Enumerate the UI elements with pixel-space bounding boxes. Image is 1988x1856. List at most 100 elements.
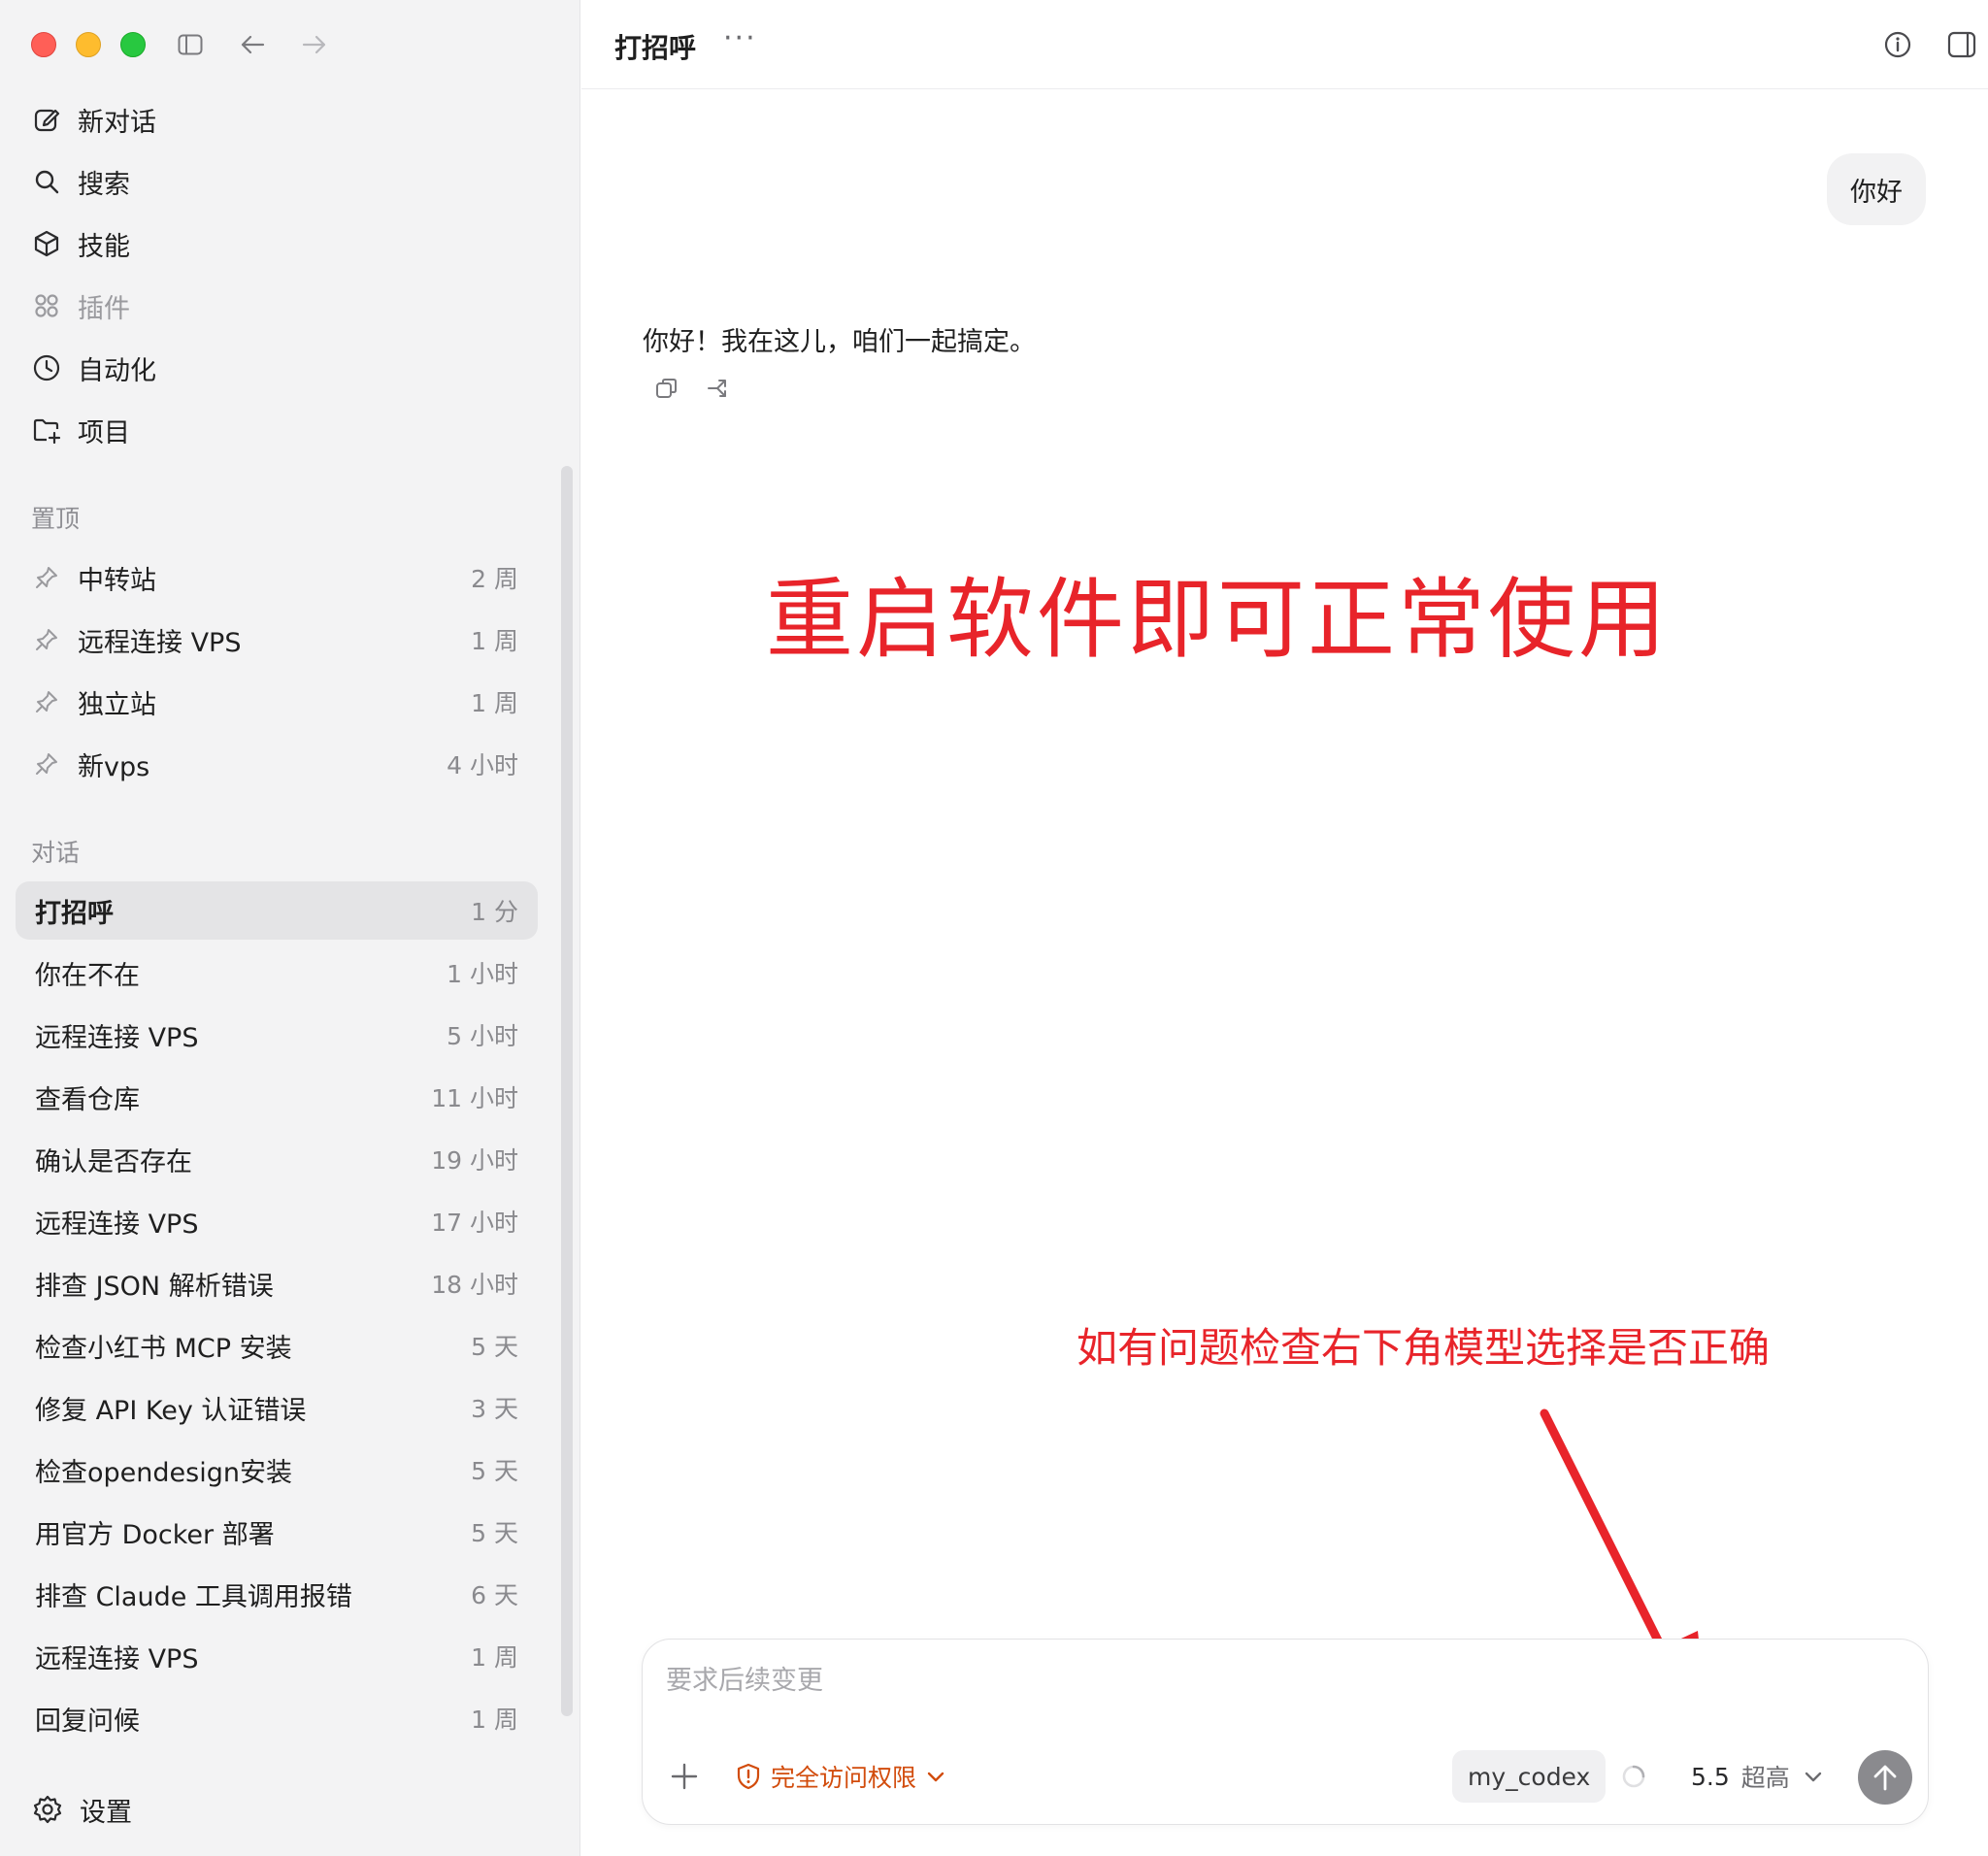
model-selector[interactable]: 5.5 超高 bbox=[1691, 1758, 1823, 1795]
access-permission-dropdown[interactable]: 完全访问权限 bbox=[736, 1758, 945, 1795]
model-version: 5.5 bbox=[1691, 1762, 1730, 1791]
nav-new-chat[interactable]: 新对话 bbox=[31, 92, 546, 147]
settings-button[interactable]: 设置 bbox=[31, 1782, 132, 1837]
pinned-item-title: 新vps bbox=[78, 751, 150, 782]
conversation-title: 回复问候 bbox=[35, 1706, 140, 1737]
conversation-item[interactable]: 远程连接 VPS 1 周 bbox=[16, 1627, 538, 1685]
add-attachment-button[interactable] bbox=[666, 1758, 703, 1795]
pin-icon bbox=[31, 624, 62, 655]
conversation-time: 18 小时 bbox=[431, 1271, 518, 1299]
minimize-window-button[interactable] bbox=[76, 32, 101, 57]
conversation-title: 修复 API Key 认证错误 bbox=[35, 1395, 307, 1426]
zoom-window-button[interactable] bbox=[120, 32, 146, 57]
conversation-item-active[interactable]: 打招呼 1 分 bbox=[16, 881, 538, 940]
conversation-time: 19 小时 bbox=[431, 1146, 518, 1175]
chevron-down-icon bbox=[1804, 1770, 1823, 1783]
conversation-item[interactable]: 修复 API Key 认证错误 3 天 bbox=[16, 1378, 538, 1437]
conversation-time: 3 天 bbox=[471, 1395, 518, 1423]
conversation-item[interactable]: 确认是否存在 19 小时 bbox=[16, 1130, 538, 1188]
chevron-down-icon bbox=[926, 1770, 945, 1783]
pin-icon bbox=[31, 748, 62, 779]
conversation-title: 查看仓库 bbox=[35, 1084, 140, 1115]
info-icon[interactable] bbox=[1880, 27, 1915, 62]
back-arrow-icon[interactable] bbox=[237, 29, 268, 60]
plugins-grid-icon bbox=[31, 290, 62, 321]
conversation-item[interactable]: 远程连接 VPS 17 小时 bbox=[16, 1192, 538, 1250]
new-chat-icon bbox=[31, 104, 62, 135]
conversation-item[interactable]: 检查opendesign安装 5 天 bbox=[16, 1441, 538, 1499]
more-options-button[interactable]: ··· bbox=[723, 21, 757, 55]
clock-icon bbox=[31, 352, 62, 383]
pin-icon bbox=[31, 562, 62, 593]
conversation-title: 远程连接 VPS bbox=[35, 1643, 199, 1674]
conversation-time: 5 天 bbox=[471, 1519, 518, 1547]
conversation-item[interactable]: 检查小红书 MCP 安装 5 天 bbox=[16, 1316, 538, 1375]
pinned-item[interactable]: 中转站 2 周 bbox=[16, 548, 538, 607]
pinned-item[interactable]: 独立站 1 周 bbox=[16, 673, 538, 731]
composer: 完全访问权限 my_codex 5.5 超高 bbox=[642, 1639, 1929, 1825]
sidebar: 新对话 搜索 技能 插件 自动化 项目 置顶 中转站 2 周 远程连接 VPS … bbox=[0, 0, 580, 1856]
shield-warning-icon bbox=[736, 1763, 761, 1790]
access-label: 完全访问权限 bbox=[771, 1764, 917, 1792]
conversation-item[interactable]: 排查 JSON 解析错误 18 小时 bbox=[16, 1254, 538, 1312]
nav-label: 项目 bbox=[78, 417, 130, 448]
pinned-section-label: 置顶 bbox=[31, 505, 81, 533]
conversation-time: 6 天 bbox=[471, 1581, 518, 1609]
nav-label: 插件 bbox=[78, 293, 130, 324]
main-panel: 打招呼 ··· 你好 你好！我在这儿，咱们一起搞定。 重启软件即可正常使用 如有… bbox=[581, 0, 1988, 1856]
pinned-item-time: 4 小时 bbox=[447, 751, 518, 779]
conversation-time: 17 小时 bbox=[431, 1209, 518, 1237]
conversation-time: 1 周 bbox=[471, 1643, 518, 1672]
conversation-title: 远程连接 VPS bbox=[35, 1209, 199, 1240]
conversation-time: 11 小时 bbox=[431, 1084, 518, 1112]
conversation-item[interactable]: 你在不在 1 小时 bbox=[16, 944, 538, 1002]
reasoning-level: 超高 bbox=[1740, 1764, 1790, 1792]
nav-label: 新对话 bbox=[78, 107, 156, 138]
toggle-panel-icon[interactable] bbox=[1944, 27, 1979, 62]
conversation-item[interactable]: 查看仓库 11 小时 bbox=[16, 1068, 538, 1126]
conversations-section-label: 对话 bbox=[31, 839, 81, 867]
conversation-time: 5 天 bbox=[471, 1457, 518, 1485]
nav-automation[interactable]: 自动化 bbox=[31, 341, 546, 395]
conversation-time: 5 小时 bbox=[447, 1022, 518, 1050]
loading-spinner-icon bbox=[1622, 1765, 1645, 1788]
conversation-item[interactable]: 远程连接 VPS 5 小时 bbox=[16, 1006, 538, 1064]
conversation-title: 你在不在 bbox=[35, 960, 140, 991]
branch-fork-icon[interactable] bbox=[704, 373, 735, 404]
arrow-up-icon bbox=[1873, 1765, 1897, 1791]
send-button[interactable] bbox=[1858, 1750, 1912, 1805]
assistant-message: 你好！我在这儿，咱们一起搞定。 bbox=[643, 327, 1036, 357]
conversation-title: 检查opendesign安装 bbox=[35, 1457, 292, 1488]
annotation-restart-text: 重启软件即可正常使用 bbox=[766, 569, 1669, 671]
message-input[interactable] bbox=[666, 1661, 1734, 1700]
pinned-item-time: 2 周 bbox=[471, 565, 518, 593]
pinned-item-title: 中转站 bbox=[78, 565, 156, 596]
conversation-title: 确认是否存在 bbox=[35, 1146, 192, 1177]
nav-label: 技能 bbox=[78, 231, 130, 262]
toggle-sidebar-icon[interactable] bbox=[175, 29, 206, 60]
nav-search[interactable]: 搜索 bbox=[31, 154, 546, 209]
nav-plugins[interactable]: 插件 bbox=[31, 279, 546, 333]
conversation-time: 1 分 bbox=[471, 898, 518, 926]
pinned-item-title: 独立站 bbox=[78, 689, 156, 720]
conversation-item[interactable]: 回复问候 1 周 bbox=[16, 1689, 538, 1747]
pinned-item[interactable]: 新vps 4 小时 bbox=[16, 735, 538, 793]
header: 打招呼 ··· bbox=[581, 0, 1988, 89]
pinned-item-time: 1 周 bbox=[471, 689, 518, 717]
copy-icon[interactable] bbox=[651, 373, 682, 404]
folder-add-icon bbox=[31, 414, 62, 446]
sidebar-scrollbar[interactable] bbox=[561, 466, 573, 1716]
nav-projects[interactable]: 项目 bbox=[31, 403, 546, 457]
pinned-item[interactable]: 远程连接 VPS 1 周 bbox=[16, 611, 538, 669]
profile-chip[interactable]: my_codex bbox=[1452, 1750, 1607, 1803]
conversation-item[interactable]: 用官方 Docker 部署 5 天 bbox=[16, 1503, 538, 1561]
nav-skills[interactable]: 技能 bbox=[31, 216, 546, 271]
page-title: 打招呼 bbox=[614, 32, 697, 64]
conversation-title: 排查 JSON 解析错误 bbox=[35, 1271, 274, 1302]
forward-arrow-icon[interactable] bbox=[299, 29, 330, 60]
pinned-item-title: 远程连接 VPS bbox=[78, 627, 242, 658]
close-window-button[interactable] bbox=[31, 32, 56, 57]
pin-icon bbox=[31, 686, 62, 717]
conversation-item[interactable]: 排查 Claude 工具调用报错 6 天 bbox=[16, 1565, 538, 1623]
plus-icon bbox=[671, 1763, 698, 1790]
